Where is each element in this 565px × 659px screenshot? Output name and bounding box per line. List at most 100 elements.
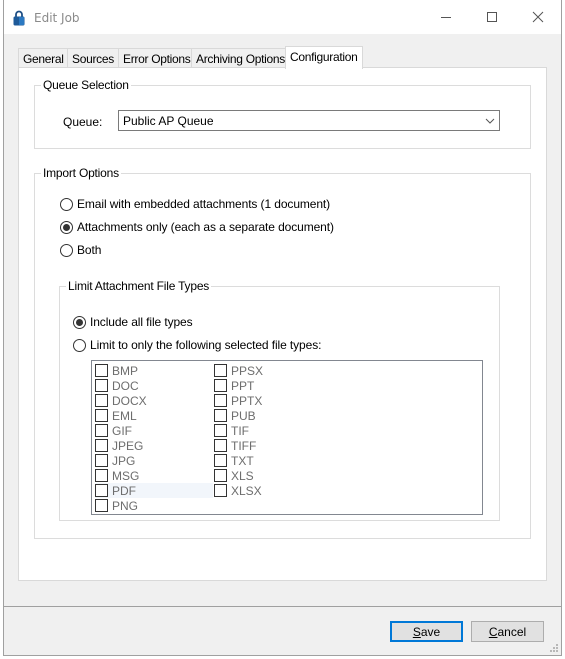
minimize-button[interactable] [423, 0, 469, 34]
file-type-checkbox-ppsx[interactable]: PPSX [214, 363, 294, 378]
close-icon [532, 11, 544, 23]
file-type-label: PPT [231, 378, 255, 393]
queue-selection-label: Queue Selection [41, 78, 131, 92]
limit-file-types-label: Limit Attachment File Types [66, 279, 212, 293]
maximize-button[interactable] [469, 0, 515, 34]
checkbox-square [214, 394, 227, 407]
configuration-tab-page: Queue Selection Queue: Public AP Queue I… [18, 67, 547, 581]
queue-value: Public AP Queue [123, 114, 214, 128]
file-type-checkbox-xlsx[interactable]: XLSX [214, 483, 294, 498]
file-type-checkbox-docx[interactable]: DOCX [95, 393, 213, 408]
file-type-checkbox-tiff[interactable]: TIFF [214, 438, 294, 453]
tab-label: Archiving Options [196, 52, 285, 66]
radio-email-embedded[interactable]: Email with embedded attachments (1 docum… [60, 196, 330, 212]
file-type-checkbox-gif[interactable]: GIF [95, 423, 213, 438]
queue-dropdown[interactable]: Public AP Queue [118, 110, 500, 131]
file-type-checkbox-pub[interactable]: PUB [214, 408, 294, 423]
checkbox-square [214, 454, 227, 467]
file-type-label: TIF [231, 423, 249, 438]
checkbox-square [214, 484, 227, 497]
import-options-label: Import Options [41, 166, 121, 180]
file-type-checkbox-bmp[interactable]: BMP [95, 363, 213, 378]
checkbox-square [95, 424, 108, 437]
file-type-checkbox-tif[interactable]: TIF [214, 423, 294, 438]
queue-label: Queue: [63, 115, 103, 129]
file-type-checkbox-msg[interactable]: MSG [95, 468, 213, 483]
checkbox-square [95, 364, 108, 377]
tab-sources[interactable]: Sources [67, 48, 119, 68]
radio-both[interactable]: Both [60, 242, 101, 258]
radio-selected-dot [76, 318, 83, 326]
tab-archiving-options[interactable]: Archiving Options [191, 48, 286, 68]
file-type-checkbox-txt[interactable]: TXT [214, 453, 294, 468]
footer-separator [4, 606, 561, 607]
file-type-label: PPSX [231, 363, 264, 378]
resize-grip-icon[interactable] [549, 643, 559, 653]
file-type-label: DOC [112, 378, 139, 393]
cancel-button[interactable]: Cancel [471, 621, 544, 642]
checkbox-square [95, 454, 108, 467]
tab-label: Sources [72, 52, 114, 66]
checkbox-square [95, 469, 108, 482]
window-title: Edit Job [34, 11, 80, 25]
file-type-label: XLSX [231, 483, 262, 498]
file-type-checkbox-jpeg[interactable]: JPEG [95, 438, 213, 453]
close-button[interactable] [515, 0, 561, 34]
title-bar[interactable]: Edit Job [4, 0, 561, 34]
file-type-label: TIFF [231, 438, 257, 453]
save-label-rest: ave [420, 624, 441, 639]
radio-selected-dot [63, 223, 70, 231]
cancel-label: Cancel [489, 625, 526, 639]
save-button[interactable]: Save [390, 621, 463, 642]
file-types-checklist[interactable]: BMP DOC DOCX EML GIF JPEG JPG MSG PDF PNG PPSX PPT… [91, 360, 483, 515]
radio-attachments-only[interactable]: Attachments only (each as a separate doc… [60, 219, 334, 235]
file-type-label: BMP [112, 363, 139, 378]
file-type-checkbox-xls[interactable]: XLS [214, 468, 294, 483]
checkbox-square [214, 379, 227, 392]
cancel-label-rest: ancel [497, 624, 527, 639]
padlock-icon [13, 10, 25, 26]
radio-include-all[interactable]: Include all file types [73, 314, 193, 330]
radio-label: Limit to only the following selected fil… [90, 338, 322, 352]
radio-label: Include all file types [90, 315, 193, 329]
checkbox-square [95, 484, 108, 497]
chevron-down-icon [485, 118, 495, 124]
checkbox-square [214, 409, 227, 422]
file-type-checkbox-png[interactable]: PNG [95, 498, 213, 513]
checkbox-square [95, 409, 108, 422]
file-type-checkbox-eml[interactable]: EML [95, 408, 213, 423]
file-type-checkbox-pptx[interactable]: PPTX [214, 393, 294, 408]
maximize-icon [487, 12, 497, 22]
file-type-checkbox-pdf[interactable]: PDF [95, 483, 213, 498]
edit-job-window: Edit Job General Sources Error Options A… [3, 0, 562, 656]
file-type-label: JPEG [112, 438, 144, 453]
radio-circle [60, 220, 73, 234]
tab-label: General [23, 52, 64, 66]
file-type-label: PNG [112, 498, 139, 513]
import-options-group: Import Options Email with embedded attac… [34, 166, 531, 539]
minimize-icon [441, 17, 451, 18]
tab-configuration[interactable]: Configuration [285, 46, 363, 69]
file-type-checkbox-jpg[interactable]: JPG [95, 453, 213, 468]
radio-circle [60, 197, 73, 211]
file-type-label: XLS [231, 468, 254, 483]
file-type-checkbox-ppt[interactable]: PPT [214, 378, 294, 393]
file-type-label: GIF [112, 423, 132, 438]
file-type-label: PPTX [231, 393, 263, 408]
file-type-checkbox-doc[interactable]: DOC [95, 378, 213, 393]
radio-limit-selected[interactable]: Limit to only the following selected fil… [73, 337, 321, 353]
checkbox-square [95, 379, 108, 392]
checkbox-square [214, 469, 227, 482]
tab-label: Configuration [290, 50, 358, 64]
checkbox-square [214, 364, 227, 377]
file-type-label: MSG [112, 468, 140, 483]
radio-circle [73, 315, 86, 329]
file-type-label: JPG [112, 453, 136, 468]
tab-label: Error Options [123, 52, 191, 66]
radio-label: Email with embedded attachments (1 docum… [77, 197, 331, 211]
save-label: Save [413, 625, 440, 639]
file-type-label: TXT [231, 453, 254, 468]
tab-general[interactable]: General [18, 48, 68, 68]
radio-label: Both [77, 243, 102, 257]
tab-error-options[interactable]: Error Options [118, 48, 192, 68]
